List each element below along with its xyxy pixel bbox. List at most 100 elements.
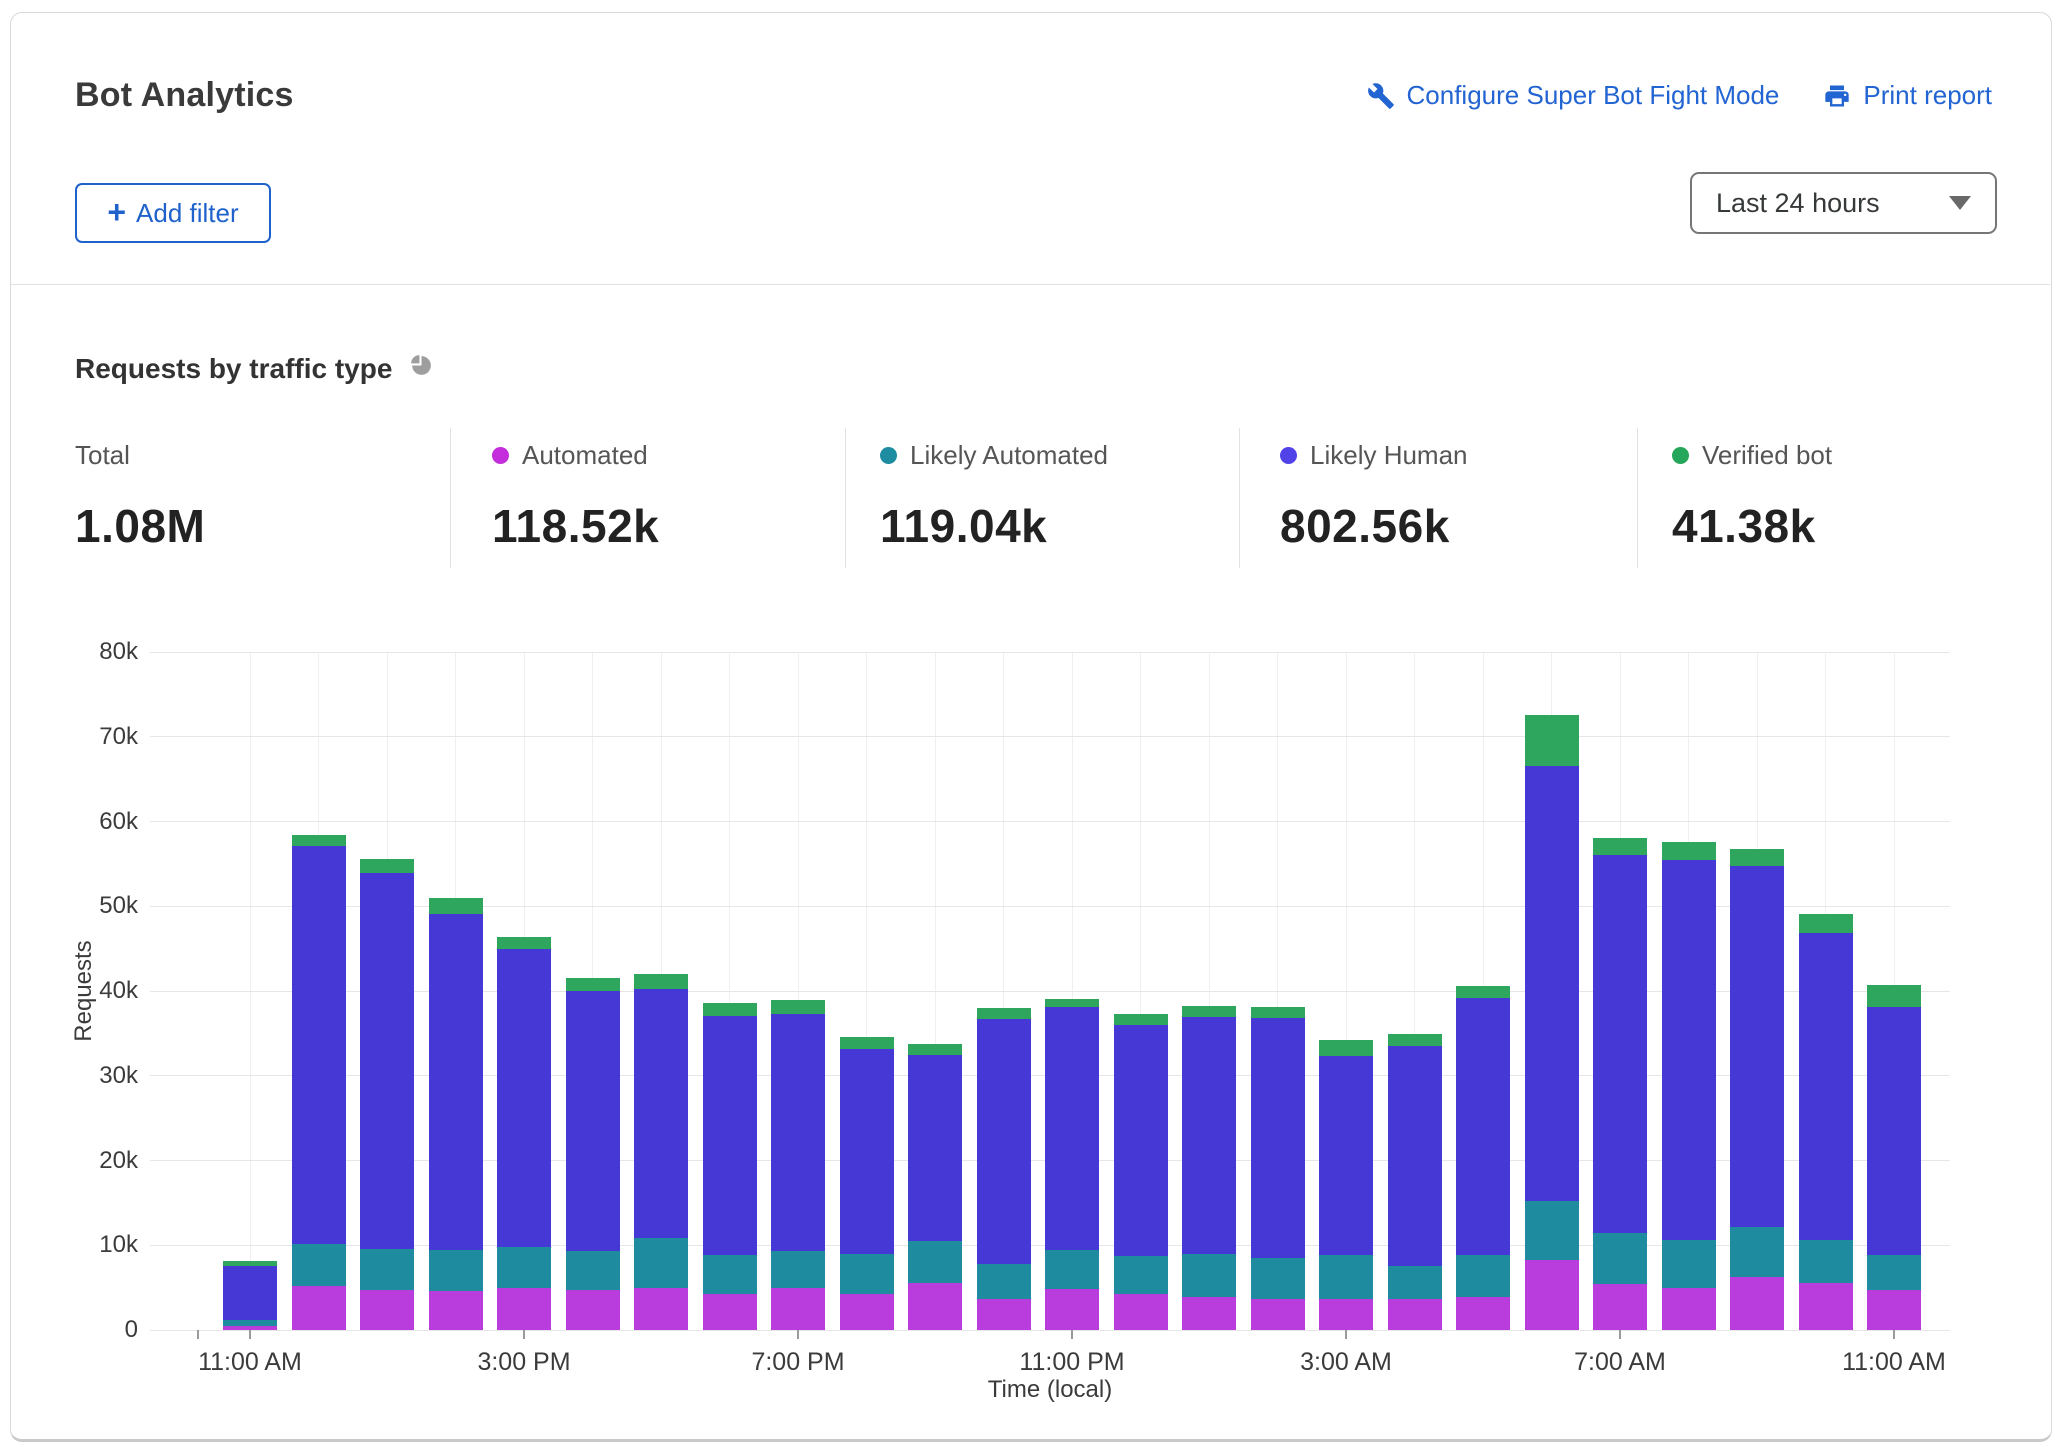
bar-10-segment-automated[interactable] [908, 1283, 962, 1330]
bar-15-segment-automated[interactable] [1251, 1299, 1305, 1330]
bar-24-segment-likely-automated[interactable] [1867, 1255, 1921, 1290]
bar-20-segment-verified-bot[interactable] [1593, 838, 1647, 855]
bar-13-segment-likely-automated[interactable] [1114, 1256, 1168, 1294]
stat-likely-human[interactable]: Likely Human802.56k [1280, 440, 1468, 553]
bar-3-segment-automated[interactable] [429, 1291, 483, 1330]
bar-22-segment-automated[interactable] [1730, 1277, 1784, 1330]
bar-24-segment-likely-human[interactable] [1867, 1007, 1921, 1255]
bar-12-segment-likely-human[interactable] [1045, 1007, 1099, 1250]
bar-19-segment-verified-bot[interactable] [1525, 715, 1579, 767]
bar-6-segment-likely-automated[interactable] [634, 1238, 688, 1287]
bar-14-segment-automated[interactable] [1182, 1297, 1236, 1330]
bar-9-segment-likely-automated[interactable] [840, 1254, 894, 1295]
bar-21-segment-likely-human[interactable] [1662, 860, 1716, 1241]
bar-16-segment-likely-human[interactable] [1319, 1056, 1373, 1255]
bar-10-segment-likely-human[interactable] [908, 1055, 962, 1241]
bar-14-segment-verified-bot[interactable] [1182, 1006, 1236, 1017]
bar-14-segment-likely-automated[interactable] [1182, 1254, 1236, 1297]
bar-4-segment-verified-bot[interactable] [497, 937, 551, 949]
bar-5-segment-likely-automated[interactable] [566, 1251, 620, 1290]
bar-23-segment-likely-human[interactable] [1799, 933, 1853, 1241]
bar-17-segment-likely-human[interactable] [1388, 1046, 1442, 1266]
bar-11-segment-likely-human[interactable] [977, 1019, 1031, 1264]
bar-23-segment-likely-automated[interactable] [1799, 1240, 1853, 1282]
bar-21-segment-verified-bot[interactable] [1662, 842, 1716, 860]
bar-3-segment-likely-automated[interactable] [429, 1250, 483, 1291]
bar-11-segment-automated[interactable] [977, 1299, 1031, 1330]
stat-likely-automated[interactable]: Likely Automated119.04k [880, 440, 1108, 553]
bar-20-segment-automated[interactable] [1593, 1284, 1647, 1330]
bar-1-segment-verified-bot[interactable] [292, 835, 346, 846]
bar-12-segment-automated[interactable] [1045, 1289, 1099, 1330]
bar-21-segment-automated[interactable] [1662, 1288, 1716, 1330]
bar-4-segment-likely-automated[interactable] [497, 1247, 551, 1288]
bar-1-segment-likely-automated[interactable] [292, 1244, 346, 1286]
bar-6-segment-verified-bot[interactable] [634, 974, 688, 989]
bar-1-segment-likely-human[interactable] [292, 846, 346, 1243]
bar-9-segment-likely-human[interactable] [840, 1049, 894, 1253]
bar-13-segment-verified-bot[interactable] [1114, 1014, 1168, 1025]
bar-22-segment-likely-human[interactable] [1730, 866, 1784, 1227]
bar-15-segment-likely-automated[interactable] [1251, 1258, 1305, 1299]
bar-18-segment-automated[interactable] [1456, 1297, 1510, 1330]
bar-19-segment-likely-human[interactable] [1525, 766, 1579, 1201]
bar-3-segment-verified-bot[interactable] [429, 898, 483, 914]
bar-5-segment-verified-bot[interactable] [566, 978, 620, 991]
bar-24-segment-verified-bot[interactable] [1867, 985, 1921, 1007]
stat-verified-bot[interactable]: Verified bot41.38k [1672, 440, 1832, 553]
bar-2-segment-verified-bot[interactable] [360, 859, 414, 873]
bar-18-segment-likely-human[interactable] [1456, 998, 1510, 1256]
bar-22-segment-verified-bot[interactable] [1730, 849, 1784, 867]
bar-12-segment-likely-automated[interactable] [1045, 1250, 1099, 1289]
bar-22-segment-likely-automated[interactable] [1730, 1227, 1784, 1277]
bar-17-segment-automated[interactable] [1388, 1299, 1442, 1330]
bar-10-segment-verified-bot[interactable] [908, 1044, 962, 1054]
print-report-link[interactable]: Print report [1823, 80, 1992, 111]
bar-3-segment-likely-human[interactable] [429, 914, 483, 1250]
bar-2-segment-likely-human[interactable] [360, 873, 414, 1248]
bar-7-segment-likely-human[interactable] [703, 1016, 757, 1255]
bar-20-segment-likely-human[interactable] [1593, 855, 1647, 1234]
bar-18-segment-verified-bot[interactable] [1456, 986, 1510, 998]
time-range-dropdown[interactable]: Last 24 hours [1690, 172, 1997, 234]
bar-12-segment-verified-bot[interactable] [1045, 999, 1099, 1007]
bar-14-segment-likely-human[interactable] [1182, 1017, 1236, 1253]
bar-8-segment-automated[interactable] [771, 1288, 825, 1330]
bar-0-segment-likely-automated[interactable] [223, 1320, 277, 1326]
bar-16-segment-verified-bot[interactable] [1319, 1040, 1373, 1056]
bar-19-segment-automated[interactable] [1525, 1260, 1579, 1330]
bar-8-segment-likely-human[interactable] [771, 1014, 825, 1251]
bar-11-segment-likely-automated[interactable] [977, 1264, 1031, 1299]
bar-2-segment-automated[interactable] [360, 1290, 414, 1330]
bar-21-segment-likely-automated[interactable] [1662, 1240, 1716, 1288]
bar-23-segment-verified-bot[interactable] [1799, 914, 1853, 933]
bar-15-segment-likely-human[interactable] [1251, 1018, 1305, 1258]
bar-20-segment-likely-automated[interactable] [1593, 1233, 1647, 1284]
bar-19-segment-likely-automated[interactable] [1525, 1201, 1579, 1259]
bar-16-segment-automated[interactable] [1319, 1299, 1373, 1330]
bar-7-segment-automated[interactable] [703, 1294, 757, 1330]
bar-5-segment-likely-human[interactable] [566, 991, 620, 1251]
bar-4-segment-automated[interactable] [497, 1288, 551, 1330]
bar-18-segment-likely-automated[interactable] [1456, 1255, 1510, 1297]
bar-5-segment-automated[interactable] [566, 1290, 620, 1330]
bar-13-segment-likely-human[interactable] [1114, 1025, 1168, 1256]
bar-4-segment-likely-human[interactable] [497, 949, 551, 1247]
bar-9-segment-automated[interactable] [840, 1294, 894, 1330]
bar-0-segment-verified-bot[interactable] [223, 1261, 277, 1265]
bar-6-segment-automated[interactable] [634, 1288, 688, 1330]
bar-15-segment-verified-bot[interactable] [1251, 1007, 1305, 1018]
bar-17-segment-likely-automated[interactable] [1388, 1266, 1442, 1300]
bar-2-segment-likely-automated[interactable] [360, 1249, 414, 1291]
bar-9-segment-verified-bot[interactable] [840, 1037, 894, 1050]
add-filter-button[interactable]: + Add filter [75, 183, 271, 243]
bar-8-segment-likely-automated[interactable] [771, 1251, 825, 1288]
bar-0-segment-likely-human[interactable] [223, 1266, 277, 1320]
bar-23-segment-automated[interactable] [1799, 1283, 1853, 1330]
bar-1-segment-automated[interactable] [292, 1286, 346, 1330]
stat-automated[interactable]: Automated118.52k [492, 440, 659, 553]
bar-7-segment-likely-automated[interactable] [703, 1255, 757, 1293]
configure-super-bot-fight-mode-link[interactable]: Configure Super Bot Fight Mode [1367, 80, 1780, 111]
bar-7-segment-verified-bot[interactable] [703, 1003, 757, 1017]
bar-17-segment-verified-bot[interactable] [1388, 1034, 1442, 1046]
